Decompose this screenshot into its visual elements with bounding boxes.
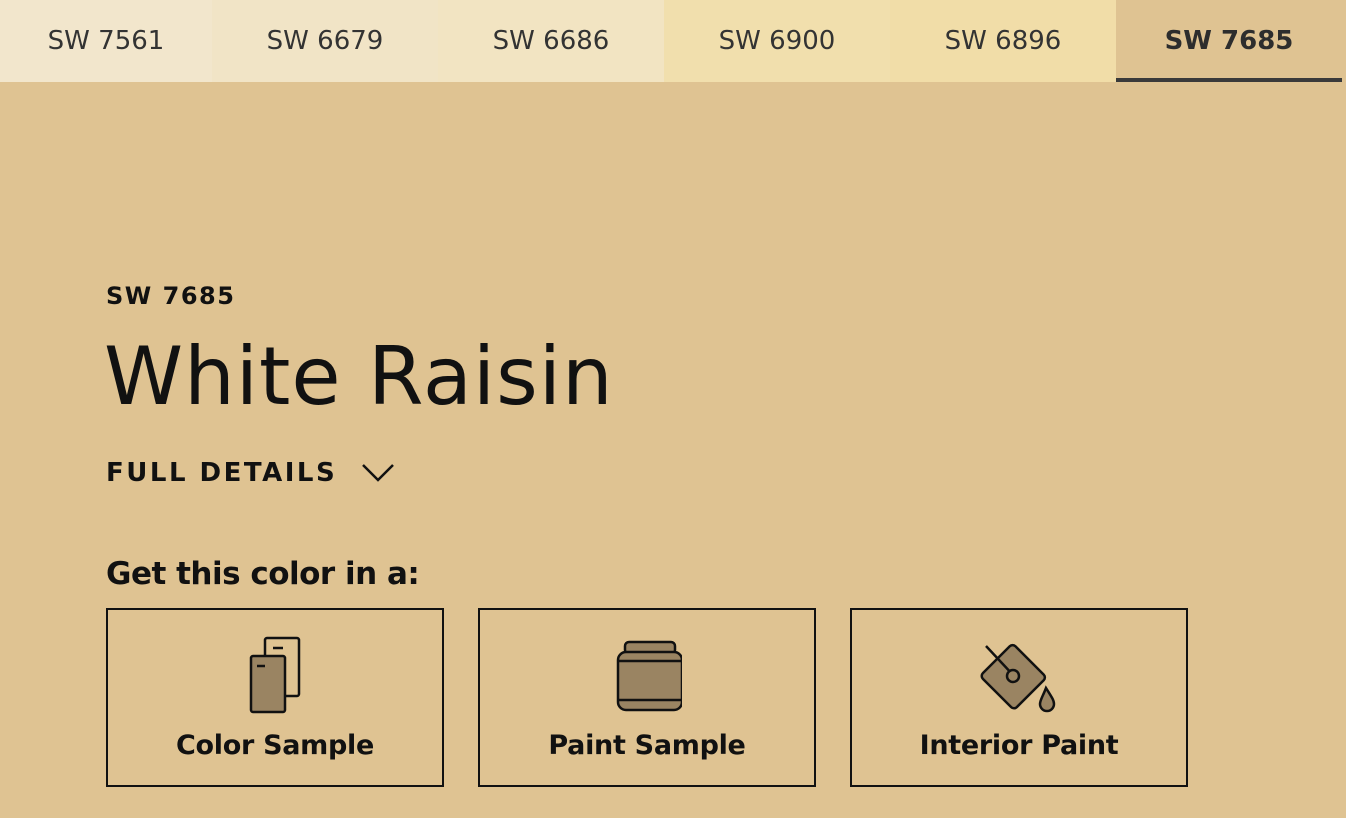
paint-sample-button[interactable]: Paint Sample [478,608,816,787]
color-code: SW 7685 [106,282,236,310]
tab-sw-6900[interactable]: SW 6900 [664,0,890,82]
paint-can-icon [616,640,682,712]
interior-paint-label: Interior Paint [919,730,1119,761]
purchase-options: Color Sample Paint Sample Interior Paint [106,608,1188,787]
tab-sw-6686[interactable]: SW 6686 [438,0,664,82]
tab-sw-6896[interactable]: SW 6896 [890,0,1116,82]
tab-sw-6679[interactable]: SW 6679 [212,0,438,82]
paint-sample-label: Paint Sample [548,730,746,761]
full-details-label: FULL DETAILS [106,458,338,488]
color-sample-button[interactable]: Color Sample [106,608,444,787]
tab-sw-7561[interactable]: SW 7561 [0,0,212,82]
interior-paint-button[interactable]: Interior Paint [850,608,1188,787]
color-name: White Raisin [104,330,614,423]
get-color-prompt: Get this color in a: [106,556,420,592]
chevron-down-icon [362,464,395,482]
tab-sw-7685[interactable]: SW 7685 [1116,0,1342,82]
paint-bucket-pour-icon [980,643,1056,713]
full-details-toggle[interactable]: FULL DETAILS [106,458,395,488]
color-tabs: SW 7561 SW 6679 SW 6686 SW 6900 SW 6896 … [0,0,1342,82]
color-sample-icon [249,636,301,714]
color-sample-label: Color Sample [176,730,374,761]
